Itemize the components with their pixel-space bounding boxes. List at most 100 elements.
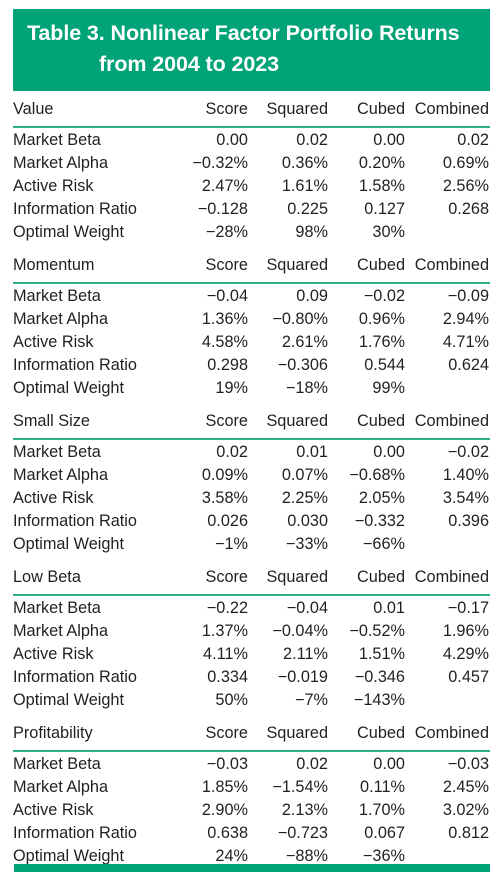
section-spacer-cell [13, 712, 490, 719]
cell-value: −143% [353, 691, 405, 709]
cell-value: 1.70% [358, 801, 405, 819]
cell-value: 4.71% [442, 333, 489, 351]
cell-value: 1.96% [442, 622, 489, 640]
cell-value: −1.54% [272, 778, 328, 796]
row-label: Market Alpha [13, 622, 109, 640]
row-label: Information Ratio [13, 668, 137, 686]
section-header-row: Low Beta Score Squared Cubed Combined [13, 563, 490, 593]
column-header-combined: Combined [414, 412, 489, 430]
column-header-squared: Squared [266, 724, 328, 742]
row-label: Information Ratio [13, 824, 137, 842]
section-spacer-cell [13, 400, 490, 407]
row-label: Market Alpha [13, 154, 109, 172]
cell-value: 0.07% [281, 466, 328, 484]
cell-value: 2.05% [358, 489, 405, 507]
cell-value: 4.29% [442, 645, 489, 663]
row-label: Market Alpha [13, 466, 109, 484]
row-label: Market Alpha [13, 778, 109, 796]
section-name: Low Beta [13, 568, 81, 586]
column-header-squared: Squared [266, 256, 328, 274]
cell-value: −0.52% [349, 622, 405, 640]
cell-value: −0.22 [206, 599, 248, 617]
cell-value: 1.58% [358, 177, 405, 195]
column-header-score: Score [205, 256, 248, 274]
cell-value: −66% [362, 535, 405, 553]
column-header-squared: Squared [266, 568, 328, 586]
cell-value: 0.02 [457, 131, 489, 149]
column-header-cubed: Cubed [357, 256, 405, 274]
cell-value: 0.00 [216, 131, 248, 149]
column-header-combined: Combined [414, 724, 489, 742]
row-label: Market Alpha [13, 310, 109, 328]
section-header-row: Small Size Score Squared Cubed Combined [13, 407, 490, 437]
cell-value: 0.69% [442, 154, 489, 172]
column-header-combined: Combined [414, 256, 489, 274]
cell-value: 0.067 [364, 824, 405, 842]
row-label: Optimal Weight [13, 223, 124, 241]
cell-value: 0.02 [296, 755, 328, 773]
column-header-combined: Combined [414, 568, 489, 586]
row-label: Market Beta [13, 599, 101, 617]
row-label: Active Risk [13, 489, 94, 507]
cell-value: −0.019 [277, 668, 328, 686]
section-name: Momentum [13, 256, 95, 274]
column-header-score: Score [205, 100, 248, 118]
section-name: Small Size [13, 412, 90, 430]
row-label: Active Risk [13, 333, 94, 351]
cell-value: −0.09 [447, 287, 489, 305]
table-figure: Table 3. Nonlinear Factor Portfolio Retu… [0, 0, 504, 883]
section-header-row: Profitability Score Squared Cubed Combined [13, 719, 490, 749]
section-rule-bar [13, 749, 490, 753]
section-spacer [13, 244, 490, 251]
table-row: Market Alpha 1.85% −1.54% 0.11% 2.45% [13, 776, 490, 799]
cell-value: −0.332 [354, 512, 405, 530]
row-label: Information Ratio [13, 512, 137, 530]
cell-value: 2.94% [442, 310, 489, 328]
cell-value: −0.04 [206, 287, 248, 305]
section-rule-bar [13, 437, 490, 441]
cell-value: 0.638 [207, 824, 248, 842]
cell-value: 98% [295, 223, 328, 241]
table-row: Market Alpha 1.36% −0.80% 0.96% 2.94% [13, 308, 490, 331]
table-row: Market Beta −0.03 0.02 0.00 −0.03 [13, 753, 490, 776]
cell-value: 0.01 [373, 599, 405, 617]
section-header-row: Momentum Score Squared Cubed Combined [13, 251, 490, 281]
table-row: Market Beta −0.22 −0.04 0.01 −0.17 [13, 597, 490, 620]
cell-value: 1.40% [442, 466, 489, 484]
cell-value: 3.58% [201, 489, 248, 507]
cell-value: 0.02 [296, 131, 328, 149]
cell-value: 0.00 [373, 131, 405, 149]
cell-value: −0.68% [349, 466, 405, 484]
cell-value: 0.457 [448, 668, 489, 686]
cell-value: 0.09 [296, 287, 328, 305]
cell-value: 0.624 [448, 356, 489, 374]
cell-value: 0.334 [207, 668, 248, 686]
row-label: Market Beta [13, 443, 101, 461]
table-row: Market Alpha 0.09% 0.07% −0.68% 1.40% [13, 464, 490, 487]
cell-value: 0.00 [373, 755, 405, 773]
table-row: Information Ratio 0.334 −0.019 −0.346 0.457 [13, 666, 490, 689]
cell-value: −0.03 [447, 755, 489, 773]
cell-value: 50% [215, 691, 248, 709]
table-row: Information Ratio −0.128 0.225 0.127 0.268 [13, 198, 490, 221]
table-row: Information Ratio 0.026 0.030 −0.332 0.396 [13, 510, 490, 533]
cell-value: 0.20% [358, 154, 405, 172]
cell-value: 2.25% [281, 489, 328, 507]
section-rule-bar [13, 281, 490, 285]
cell-value: 0.127 [364, 200, 405, 218]
cell-value: −0.346 [354, 668, 405, 686]
table-title-banner: Table 3. Nonlinear Factor Portfolio Retu… [13, 9, 490, 91]
column-header-cubed: Cubed [357, 568, 405, 586]
cell-value: 0.00 [373, 443, 405, 461]
cell-value: 2.13% [281, 801, 328, 819]
table-row: Optimal Weight 50% −7% −143% [13, 689, 490, 712]
section-rule-bar [13, 593, 490, 597]
section-spacer [13, 556, 490, 563]
cell-value: 0.36% [281, 154, 328, 172]
cell-value: −0.04 [286, 599, 328, 617]
cell-value: 30% [372, 223, 405, 241]
table-row: Active Risk 2.47% 1.61% 1.58% 2.56% [13, 175, 490, 198]
table-row: Optimal Weight 19% −18% 99% [13, 377, 490, 400]
cell-value: 0.09% [201, 466, 248, 484]
cell-value: 4.11% [203, 645, 248, 663]
